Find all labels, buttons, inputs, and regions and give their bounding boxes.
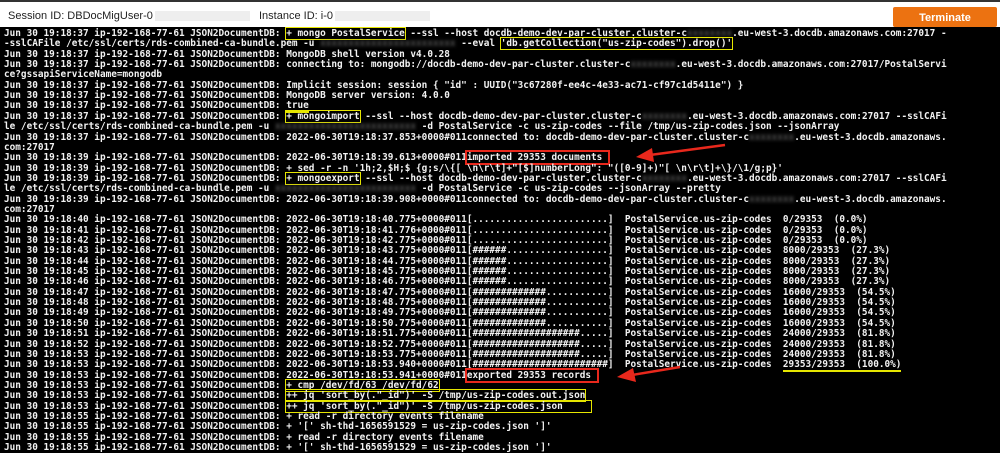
- underlined-text: 29353/29353 (100.0%): [782, 359, 902, 373]
- session-id-label: Session ID: DBDocMigUser-0: [8, 10, 153, 22]
- log-text: .eu-west-3.docdb.amazonaws.: [794, 131, 947, 143]
- log-text: .eu-west-3.docdb.amazonaws.com:27017 --s…: [686, 172, 947, 184]
- log-text: .eu-west-3.docdb.amazonaws.com:27017/Pos…: [675, 59, 947, 71]
- log-text: Jun 30 19:18:37 ip-192-168-77-61 JSON2Do…: [4, 90, 450, 102]
- instance-id-label: Instance ID: i-0: [259, 10, 333, 22]
- log-text: Jun 30 19:18:53 ip-192-168-77-61 JSON2Do…: [4, 390, 287, 402]
- redacted-instance-id: [334, 11, 430, 22]
- highlighted-result: exported 29353 records: [464, 367, 599, 383]
- log-text: Jun 30 19:18:37 ip-192-168-77-61 JSON2Do…: [4, 59, 631, 71]
- log-text: Jun 30 19:18:47 ip-192-168-77-61 JSON2Do…: [4, 286, 896, 298]
- log-text: Jun 30 19:18:40 ip-192-168-77-61 JSON2Do…: [4, 214, 868, 226]
- log-text: Jun 30 19:18:37 ip-192-168-77-61 JSON2Do…: [4, 131, 750, 143]
- log-text: Jun 30 19:18:39 ip-192-168-77-61 JSON2Do…: [4, 172, 287, 184]
- log-text: --eval: [455, 38, 501, 50]
- log-text: Jun 30 19:18:43 ip-192-168-77-61 JSON2Do…: [4, 245, 891, 257]
- log-text: Jun 30 19:18:37 ip-192-168-77-61 JSON2Do…: [4, 79, 744, 91]
- log-text: com:27017: [4, 203, 55, 215]
- redacted-text: xxxxxxxx: [641, 110, 687, 122]
- log-text: Jun 30 19:18:55 ip-192-168-77-61 JSON2Do…: [4, 421, 552, 433]
- redacted-text: xxxxxxxx: [641, 172, 687, 184]
- log-text: -sslCAFile /etc/ssl/certs/rds-combined-c…: [4, 38, 321, 50]
- terminate-button[interactable]: Terminate: [893, 7, 997, 27]
- session-id: Session ID: DBDocMigUser-0: [8, 10, 250, 22]
- log-text: Jun 30 19:18:37 ip-192-168-77-61 JSON2Do…: [4, 100, 287, 112]
- log-line: Jun 30 19:18:39 ip-192-168-77-61 JSON2Do…: [4, 193, 947, 205]
- log-line: Jun 30 19:18:55 ip-192-168-77-61 JSON2Do…: [4, 442, 552, 453]
- highlighted-command: ++ jq 'sort_by(."_id")' -S /tmp/us-zip-c…: [285, 389, 587, 403]
- log-text: Jun 30 19:18:45 ip-192-168-77-61 JSON2Do…: [4, 266, 891, 278]
- log-text: .eu-west-3.docdb.amazonaws.: [794, 193, 947, 205]
- log-line: Jun 30 19:18:37 ip-192-168-77-61 JSON2Do…: [4, 131, 947, 143]
- redacted-text: xxxxxxxx: [749, 193, 795, 205]
- log-text: le /etc/ssl/certs/rds-combined-ca-bundle…: [4, 183, 275, 195]
- log-text: -d PostalService -c us-zip-codes --jsonA…: [416, 183, 721, 195]
- highlighted-result: imported 29353 documents: [464, 150, 610, 166]
- redacted-text: xxxxxxxxxxxxxxxxxxxxxxxxx: [274, 183, 417, 195]
- instance-id: Instance ID: i-0: [259, 10, 430, 22]
- log-text: Jun 30 19:18:53 ip-192-168-77-61 JSON2Do…: [4, 400, 287, 412]
- log-text: Jun 30 19:18:48 ip-192-168-77-61 JSON2Do…: [4, 297, 896, 309]
- redacted-text: xxxxxxxx: [630, 59, 676, 71]
- log-text: Jun 30 19:18:50 ip-192-168-77-61 JSON2Do…: [4, 317, 896, 329]
- log-text: Jun 30 19:18:37 ip-192-168-77-61 JSON2Do…: [4, 48, 450, 60]
- log-text: Jun 30 19:18:53 ip-192-168-77-61 JSON2Do…: [4, 359, 783, 371]
- log-text: Jun 30 19:18:39 ip-192-168-77-61 JSON2Do…: [4, 193, 750, 205]
- log-text: Jun 30 19:18:39 ip-192-168-77-61 JSON2Do…: [4, 162, 783, 174]
- redacted-session-id: [154, 11, 250, 22]
- log-text: Jun 30 19:18:51 ip-192-168-77-61 JSON2Do…: [4, 328, 896, 340]
- log-text: ce?gssapiServiceName=mongodb: [4, 69, 163, 81]
- terminal-output[interactable]: Jun 30 19:18:37 ip-192-168-77-61 JSON2Do…: [0, 27, 1000, 453]
- log-text: Jun 30 19:18:37 ip-192-168-77-61 JSON2Do…: [4, 110, 287, 122]
- log-text: .eu-west-3.docdb.amazonaws.com:27017 -: [732, 28, 947, 39]
- log-text: -d PostalService -c us-zip-codes --file …: [416, 121, 840, 133]
- redacted-text: xxxxxxxxxxxxxxxxxxxxxxxx: [320, 38, 456, 50]
- log-text: le /etc/ssl/certs/rds-combined-ca-bundle…: [4, 121, 275, 133]
- log-text: Jun 30 19:18:52 ip-192-168-77-61 JSON2Do…: [4, 338, 896, 350]
- log-text: Jun 30 19:18:53 ip-192-168-77-61 JSON2Do…: [4, 348, 896, 360]
- log-text: Jun 30 19:18:44 ip-192-168-77-61 JSON2Do…: [4, 255, 891, 267]
- log-text: Jun 30 19:18:55 ip-192-168-77-61 JSON2Do…: [4, 431, 484, 443]
- log-text: Jun 30 19:18:49 ip-192-168-77-61 JSON2Do…: [4, 307, 896, 319]
- highlighted-command: ++ jq 'sort_by(."_id")' -S /tmp/us-zip-c…: [285, 399, 593, 413]
- log-text: Jun 30 19:18:55 ip-192-168-77-61 JSON2Do…: [4, 410, 484, 422]
- session-header: Session ID: DBDocMigUser-0 Instance ID: …: [0, 0, 1000, 27]
- redacted-text: xxxxxxxxxxxxxxxxxxxxxxxxx: [274, 121, 417, 133]
- log-text: Jun 30 19:18:46 ip-192-168-77-61 JSON2Do…: [4, 276, 891, 288]
- highlighted-command: 'db.getCollection("us-zip-codes").drop()…: [499, 37, 734, 51]
- log-text: Jun 30 19:18:53 ip-192-168-77-61 JSON2Do…: [4, 369, 467, 381]
- log-text: Jun 30 19:18:39 ip-192-168-77-61 JSON2Do…: [4, 152, 467, 164]
- log-text: Jun 30 19:18:55 ip-192-168-77-61 JSON2Do…: [4, 442, 552, 453]
- log-text: Jun 30 19:18:42 ip-192-168-77-61 JSON2Do…: [4, 235, 868, 246]
- log-text: .eu-west-3.docdb.amazonaws.com:27017 --s…: [686, 110, 947, 122]
- log-text: Jun 30 19:18:41 ip-192-168-77-61 JSON2Do…: [4, 224, 868, 236]
- redacted-text: xxxxxxxx: [749, 131, 795, 143]
